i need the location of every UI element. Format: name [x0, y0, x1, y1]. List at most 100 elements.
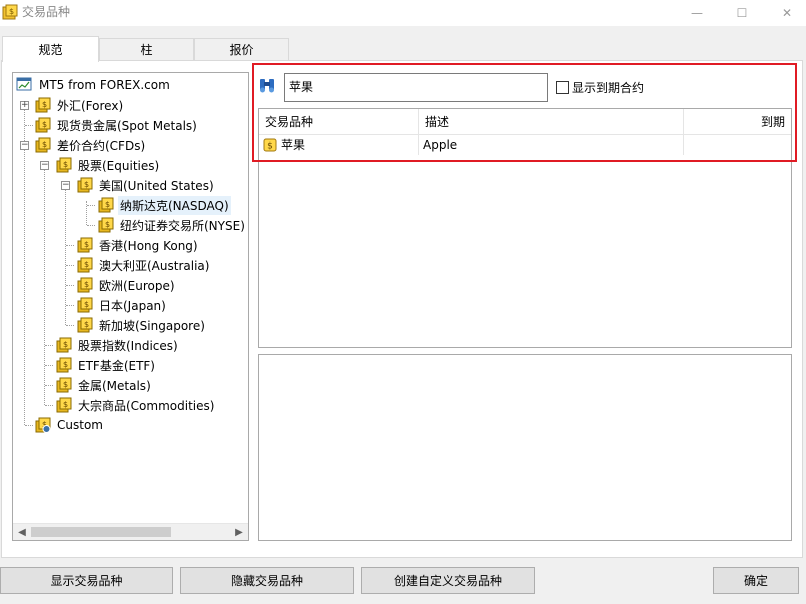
tree-label: 纳斯达克(NASDAQ)	[118, 195, 231, 215]
svg-text:$: $	[63, 360, 68, 369]
tree-label: 欧洲(Europe)	[99, 278, 175, 293]
tree-label: Custom	[57, 418, 103, 432]
tree-item-cfds[interactable]: $ 差价合约(CFDs)	[34, 135, 147, 155]
svg-text:$: $	[84, 300, 89, 309]
tree-label: 外汇(Forex)	[57, 98, 124, 113]
tree-item-root[interactable]: MT5 from FOREX.com	[16, 75, 172, 95]
tree-label: 股票(Equities)	[78, 158, 160, 173]
tree-item-commodities[interactable]: $ 大宗商品(Commodities)	[55, 395, 216, 415]
minimize-button[interactable]: —	[674, 0, 720, 26]
create-custom-symbol-button[interactable]: 创建自定义交易品种	[361, 567, 535, 594]
close-button[interactable]: ✕	[764, 0, 806, 26]
symbol-folder-icon: $	[77, 277, 93, 293]
svg-text:$: $	[42, 100, 47, 109]
tree-label: 日本(Japan)	[99, 298, 166, 313]
symbol-folder-icon: $	[77, 317, 93, 333]
symbol-folder-icon: $	[98, 197, 114, 213]
tree-item-custom[interactable]: $ Custom	[34, 415, 105, 435]
binoculars-icon	[260, 79, 274, 93]
cell-symbol: $ 苹果	[259, 135, 419, 155]
tree-item-au[interactable]: $ 澳大利亚(Australia)	[76, 255, 211, 275]
tree-item-hk[interactable]: $ 香港(Hong Kong)	[76, 235, 200, 255]
window-title: 交易品种	[22, 5, 71, 19]
svg-text:$: $	[84, 260, 89, 269]
symbol-folder-icon: $	[35, 97, 51, 113]
symbol-folder-icon: $	[77, 257, 93, 273]
symbol-folder-icon: $	[77, 177, 93, 193]
tab-spec[interactable]: 规范	[2, 36, 99, 62]
symbol-folder-icon: $	[98, 217, 114, 233]
symbol-folder-icon: $	[56, 337, 72, 353]
tab-bars[interactable]: 柱	[99, 38, 194, 60]
tab-quotes[interactable]: 报价	[194, 38, 289, 60]
search-input[interactable]: 苹果	[284, 73, 548, 102]
tree-label: 美国(United States)	[99, 178, 214, 193]
list-header: 交易品种 描述 到期	[259, 109, 791, 135]
tree-item-etf[interactable]: $ ETF基金(ETF)	[55, 355, 157, 375]
cell-description: Apple	[419, 135, 684, 155]
symbol-folder-icon: $	[56, 397, 72, 413]
symbol-folder-icon: $	[56, 357, 72, 373]
svg-text:$: $	[105, 200, 110, 209]
server-chart-icon	[16, 77, 32, 91]
svg-text:$: $	[42, 120, 47, 129]
details-panel	[258, 354, 792, 541]
scroll-left-icon[interactable]: ◀	[15, 526, 29, 539]
collapse-toggle[interactable]: −	[20, 141, 29, 150]
symbol-folder-icon: $	[56, 157, 72, 173]
svg-text:$: $	[84, 240, 89, 249]
collapse-toggle[interactable]: −	[61, 181, 70, 190]
scroll-thumb[interactable]	[31, 527, 171, 537]
tree-label: 股票指数(Indices)	[78, 338, 178, 353]
hide-symbol-button[interactable]: 隐藏交易品种	[180, 567, 354, 594]
show-symbol-button[interactable]: 显示交易品种	[0, 567, 173, 594]
symbol-tree[interactable]: MT5 from FOREX.com + $ 外汇(Forex) $ 现货贵金属…	[12, 72, 249, 541]
symbol-icon: $	[263, 138, 277, 152]
maximize-button[interactable]: ☐	[719, 0, 765, 26]
svg-text:$: $	[63, 380, 68, 389]
expand-toggle[interactable]: +	[20, 101, 29, 110]
tree-item-nyse[interactable]: $ 纽约证券交易所(NYSE)	[97, 215, 247, 235]
tree-item-eu[interactable]: $ 欧洲(Europe)	[76, 275, 177, 295]
table-row[interactable]: $ 苹果 Apple	[259, 135, 791, 155]
svg-text:$: $	[267, 142, 273, 152]
column-header-description[interactable]: 描述	[419, 109, 684, 135]
symbol-folder-icon: $	[35, 137, 51, 153]
tree-item-equities[interactable]: $ 股票(Equities)	[55, 155, 161, 175]
tree-label: 金属(Metals)	[78, 378, 151, 393]
svg-text:$: $	[63, 400, 68, 409]
tree-label: ETF基金(ETF)	[78, 358, 155, 373]
tab-label: 报价	[229, 43, 254, 57]
scroll-right-icon[interactable]: ▶	[232, 526, 246, 539]
svg-text:$: $	[42, 140, 47, 149]
column-header-symbol[interactable]: 交易品种	[259, 109, 419, 135]
tree-item-sg[interactable]: $ 新加坡(Singapore)	[76, 315, 207, 335]
tree-item-jp[interactable]: $ 日本(Japan)	[76, 295, 168, 315]
svg-text:$: $	[84, 280, 89, 289]
symbol-folder-icon: $	[77, 237, 93, 253]
show-expired-label[interactable]: 显示到期合约	[572, 79, 644, 96]
horizontal-scrollbar[interactable]: ◀ ▶	[13, 523, 248, 540]
title-bar: $ 交易品种 — ☐ ✕	[0, 0, 806, 26]
svg-text:$: $	[105, 220, 110, 229]
show-expired-checkbox[interactable]	[556, 81, 569, 94]
tree-item-forex[interactable]: $ 外汇(Forex)	[34, 95, 125, 115]
symbols-icon: $	[2, 4, 18, 20]
svg-text:$: $	[84, 180, 89, 189]
column-header-expiry[interactable]: 到期	[684, 109, 791, 135]
tree-label: 差价合约(CFDs)	[57, 138, 146, 153]
cell-expiry	[684, 135, 791, 155]
collapse-toggle[interactable]: −	[40, 161, 49, 170]
svg-text:$: $	[84, 320, 89, 329]
symbol-name: 苹果	[281, 138, 306, 152]
tree-label: 香港(Hong Kong)	[99, 238, 198, 253]
ok-button[interactable]: 确定	[713, 567, 799, 594]
tree-item-metals[interactable]: $ 金属(Metals)	[55, 375, 153, 395]
tree-item-nasdaq[interactable]: $ 纳斯达克(NASDAQ)	[97, 195, 231, 215]
svg-text:$: $	[9, 7, 14, 16]
tree-label: MT5 from FOREX.com	[39, 78, 170, 92]
tree-item-indices[interactable]: $ 股票指数(Indices)	[55, 335, 180, 355]
custom-symbol-folder-icon: $	[35, 417, 51, 433]
tree-item-us[interactable]: $ 美国(United States)	[76, 175, 216, 195]
tree-item-spot-metals[interactable]: $ 现货贵金属(Spot Metals)	[34, 115, 199, 135]
